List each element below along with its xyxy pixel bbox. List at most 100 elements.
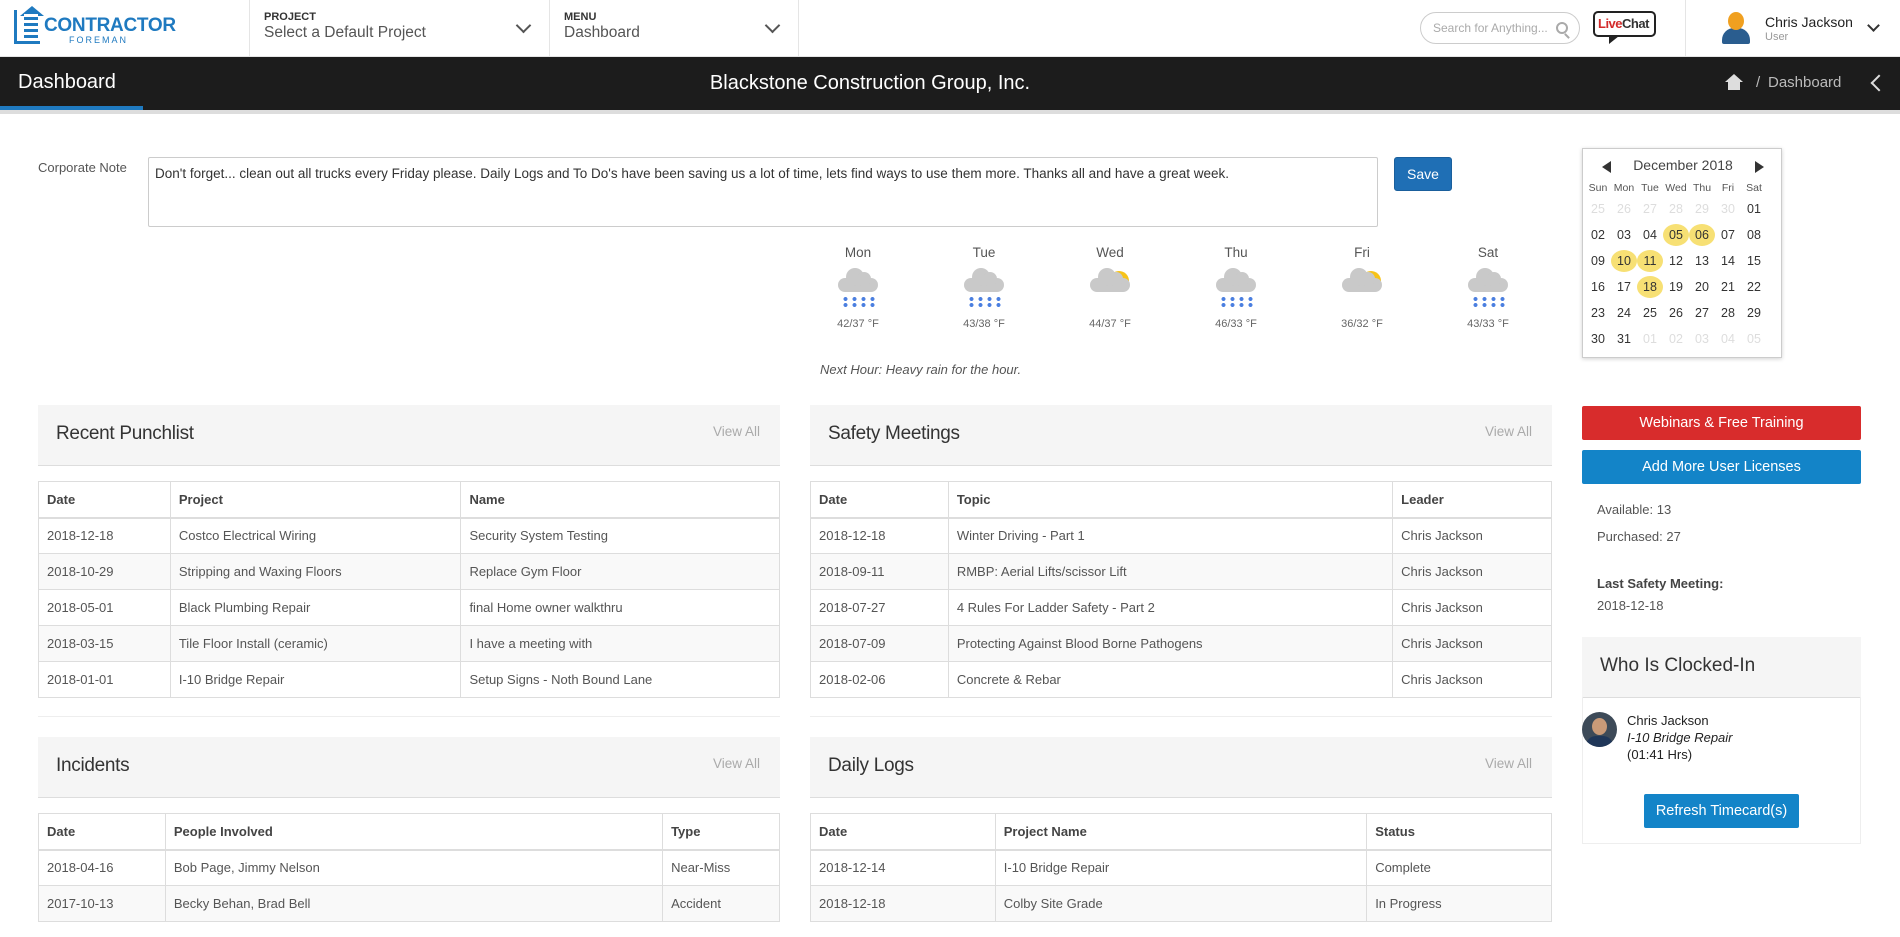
webinars-button[interactable]: Webinars & Free Training bbox=[1582, 406, 1861, 440]
table-row[interactable]: 2018-12-14 I-10 Bridge Repair Complete bbox=[810, 849, 1552, 886]
table-header[interactable]: People Involved bbox=[164, 813, 664, 851]
calendar-day[interactable]: 22 bbox=[1741, 276, 1767, 298]
calendar-day[interactable]: 12 bbox=[1663, 250, 1689, 272]
calendar-day[interactable]: 07 bbox=[1715, 224, 1741, 246]
table-header[interactable]: Date bbox=[38, 813, 166, 851]
calendar-day[interactable]: 26 bbox=[1663, 302, 1689, 324]
calendar-day[interactable]: 18 bbox=[1637, 276, 1663, 298]
breadcrumb[interactable]: Dashboard bbox=[1768, 74, 1841, 91]
calendar-day[interactable]: 06 bbox=[1689, 224, 1715, 246]
punchlist-view-all-link[interactable]: View All bbox=[713, 424, 760, 439]
menu-selector[interactable]: MENU Dashboard bbox=[549, 0, 799, 57]
calendar-day[interactable]: 11 bbox=[1637, 250, 1663, 272]
corporate-note-label: Corporate Note bbox=[38, 160, 127, 175]
calendar-day[interactable]: 04 bbox=[1715, 328, 1741, 350]
calendar-day[interactable]: 17 bbox=[1611, 276, 1637, 298]
calendar-day[interactable]: 21 bbox=[1715, 276, 1741, 298]
calendar-weekday: Tue bbox=[1641, 182, 1659, 194]
table-header[interactable]: Date bbox=[38, 481, 171, 519]
clocked-in-name[interactable]: Chris Jackson bbox=[1627, 713, 1709, 728]
calendar-day[interactable]: 02 bbox=[1663, 328, 1689, 350]
calendar-day[interactable]: 13 bbox=[1689, 250, 1715, 272]
table-row[interactable]: 2018-04-16 Bob Page, Jimmy Nelson Near-Mis… bbox=[38, 849, 780, 886]
calendar-day[interactable]: 05 bbox=[1663, 224, 1689, 246]
calendar-day[interactable]: 27 bbox=[1689, 302, 1715, 324]
weather-day: Thu 46/33 °F bbox=[1196, 245, 1276, 330]
table-header[interactable]: Date bbox=[810, 481, 949, 519]
user-menu[interactable]: Chris Jackson User bbox=[1685, 0, 1900, 57]
table-row[interactable]: 2018-09-11 RMBP: Aerial Lifts/scissor Lif… bbox=[810, 553, 1552, 590]
weather-day: Tue 43/38 °F bbox=[944, 245, 1024, 330]
calendar-day[interactable]: 15 bbox=[1741, 250, 1767, 272]
calendar-days: 25 26 27 28 29 30 01 02 03 04 05 06 07 08 09 10 11 12 13 14… bbox=[1585, 196, 1781, 352]
home-icon[interactable] bbox=[1725, 74, 1743, 90]
project-selector[interactable]: PROJECT Select a Default Project bbox=[249, 0, 549, 57]
calendar-day[interactable]: 04 bbox=[1637, 224, 1663, 246]
calendar-day[interactable]: 02 bbox=[1585, 224, 1611, 246]
calendar-day[interactable]: 08 bbox=[1741, 224, 1767, 246]
calendar-day[interactable]: 14 bbox=[1715, 250, 1741, 272]
table-row[interactable]: 2017-10-13 Becky Behan, Brad Bell Accident bbox=[38, 885, 780, 922]
table-row[interactable]: 2018-02-06 Concrete & Rebar Chris Jackson bbox=[810, 661, 1552, 698]
table-header[interactable]: Leader bbox=[1392, 481, 1552, 519]
table-header[interactable]: Type bbox=[662, 813, 780, 851]
calendar-day[interactable]: 24 bbox=[1611, 302, 1637, 324]
table-row[interactable]: 2018-07-27 4 Rules For Ladder Safety - Pa… bbox=[810, 589, 1552, 626]
contractor-foreman-logo[interactable]: CONTRACTOR FOREMAN bbox=[14, 6, 176, 46]
table-row[interactable]: 2018-12-18 Winter Driving - Part 1 Chris J… bbox=[810, 517, 1552, 554]
search-input[interactable]: Search for Anything... bbox=[1420, 12, 1580, 44]
calendar-day[interactable]: 28 bbox=[1663, 198, 1689, 220]
table-row[interactable]: 2018-01-01 I-10 Bridge Repair Setup Signs … bbox=[38, 661, 780, 698]
refresh-timecards-button[interactable]: Refresh Timecard(s) bbox=[1644, 794, 1799, 828]
calendar-day[interactable]: 16 bbox=[1585, 276, 1611, 298]
calendar-day[interactable]: 25 bbox=[1585, 198, 1611, 220]
weather-day-name: Sat bbox=[1477, 245, 1499, 260]
table-cell: Black Plumbing Repair bbox=[169, 589, 462, 626]
incidents-view-all-link[interactable]: View All bbox=[713, 756, 760, 771]
table-cell: Concrete & Rebar bbox=[947, 661, 1394, 698]
chevron-down-icon bbox=[1867, 19, 1880, 32]
corporate-note-field[interactable]: Don't forget... clean out all trucks eve… bbox=[148, 157, 1378, 227]
calendar-day[interactable]: 03 bbox=[1611, 224, 1637, 246]
calendar-weekday: Mon bbox=[1613, 182, 1635, 194]
calendar-day[interactable]: 09 bbox=[1585, 250, 1611, 272]
table-header[interactable]: Date bbox=[810, 813, 996, 851]
add-licenses-button[interactable]: Add More User Licenses bbox=[1582, 450, 1861, 484]
table-row[interactable]: 2018-12-18 Colby Site Grade In Progress bbox=[810, 885, 1552, 922]
calendar-day[interactable]: 25 bbox=[1637, 302, 1663, 324]
calendar-day[interactable]: 30 bbox=[1715, 198, 1741, 220]
livechat-button[interactable]: LiveChat bbox=[1593, 11, 1656, 44]
table-header[interactable]: Project Name bbox=[994, 813, 1368, 851]
search-icon[interactable] bbox=[1556, 22, 1568, 34]
table-row[interactable]: 2018-05-01 Black Plumbing Repair final Hom… bbox=[38, 589, 780, 626]
table-header[interactable]: Topic bbox=[947, 481, 1394, 519]
calendar-day[interactable]: 28 bbox=[1715, 302, 1741, 324]
table-cell: 2018-07-27 bbox=[810, 589, 949, 626]
save-button[interactable]: Save bbox=[1394, 157, 1452, 191]
calendar-day[interactable]: 19 bbox=[1663, 276, 1689, 298]
calendar-day[interactable]: 26 bbox=[1611, 198, 1637, 220]
table-row[interactable]: 2018-12-18 Costco Electrical Wiring Securi… bbox=[38, 517, 780, 554]
calendar-day[interactable]: 30 bbox=[1585, 328, 1611, 350]
calendar-day[interactable]: 03 bbox=[1689, 328, 1715, 350]
calendar-day[interactable]: 01 bbox=[1637, 328, 1663, 350]
table-row[interactable]: 2018-10-29 Stripping and Waxing Floors Rep… bbox=[38, 553, 780, 590]
table-row[interactable]: 2018-03-15 Tile Floor Install (ceramic) I … bbox=[38, 625, 780, 662]
dailylogs-view-all-link[interactable]: View All bbox=[1485, 756, 1532, 771]
table-row[interactable]: 2018-07-09 Protecting Against Blood Borne… bbox=[810, 625, 1552, 662]
calendar-day[interactable]: 23 bbox=[1585, 302, 1611, 324]
next-month-icon[interactable] bbox=[1755, 161, 1764, 173]
safety-view-all-link[interactable]: View All bbox=[1485, 424, 1532, 439]
calendar-day[interactable]: 29 bbox=[1741, 302, 1767, 324]
calendar-day[interactable]: 27 bbox=[1637, 198, 1663, 220]
calendar-day[interactable]: 29 bbox=[1689, 198, 1715, 220]
table-header[interactable]: Status bbox=[1366, 813, 1552, 851]
table-header[interactable]: Name bbox=[460, 481, 780, 519]
calendar-day[interactable]: 20 bbox=[1689, 276, 1715, 298]
weather-day: Fri 36/32 °F bbox=[1322, 245, 1402, 330]
calendar-day[interactable]: 01 bbox=[1741, 198, 1767, 220]
calendar-day[interactable]: 10 bbox=[1611, 250, 1637, 272]
table-header[interactable]: Project bbox=[169, 481, 462, 519]
calendar-day[interactable]: 05 bbox=[1741, 328, 1767, 350]
calendar-day[interactable]: 31 bbox=[1611, 328, 1637, 350]
